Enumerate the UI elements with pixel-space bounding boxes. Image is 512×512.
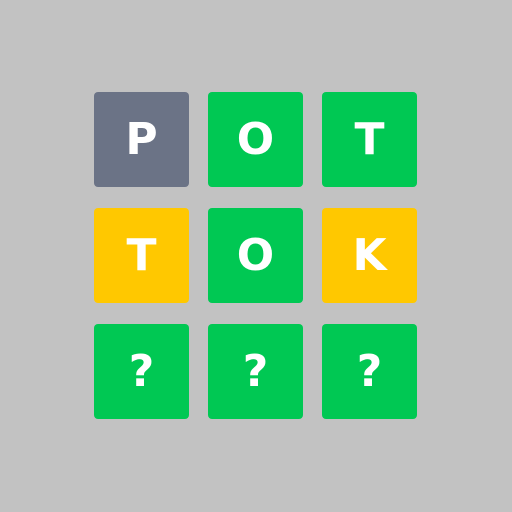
tile-r3-c2[interactable]: ?	[208, 324, 303, 419]
tile-r1-c1[interactable]: P	[94, 92, 189, 187]
tile-letter: O	[236, 229, 275, 281]
tile-r2-c1[interactable]: T	[94, 208, 189, 303]
tile-letter: T	[126, 229, 157, 281]
puzzle-grid: P O T T O K ? ? ?	[94, 92, 417, 419]
tile-r3-c3[interactable]: ?	[322, 324, 417, 419]
tile-r1-c2[interactable]: O	[208, 92, 303, 187]
tile-letter: P	[125, 113, 158, 165]
tile-letter: ?	[242, 345, 269, 397]
tile-letter: T	[354, 113, 385, 165]
tile-r2-c3[interactable]: K	[322, 208, 417, 303]
tile-letter: ?	[128, 345, 155, 397]
tile-letter: K	[352, 229, 387, 281]
tile-letter: O	[236, 113, 275, 165]
tile-r3-c1[interactable]: ?	[94, 324, 189, 419]
tile-r2-c2[interactable]: O	[208, 208, 303, 303]
tile-r1-c3[interactable]: T	[322, 92, 417, 187]
tile-letter: ?	[356, 345, 383, 397]
